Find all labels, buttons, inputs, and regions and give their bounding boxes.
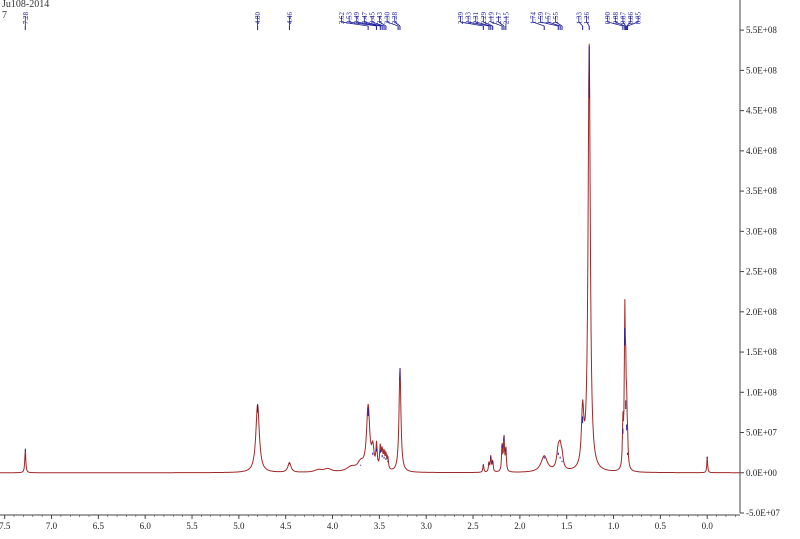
x-tick-label: 6.5 [93, 521, 105, 531]
y-tick-label: 5.0E+07 [746, 428, 777, 438]
spectrum-line [0, 43, 740, 474]
x-tick-label: 0.0 [702, 521, 714, 531]
x-tick-label: 2.0 [514, 521, 526, 531]
peak-label-layer: 7.28 4.80 4.46 3.62 3.53 3.49 3.47 3.45 3.43 3.30… [22, 12, 643, 30]
x-tick-label: 4.0 [327, 521, 339, 531]
nmr-spectrum-chart: 7.28 4.80 4.46 3.62 3.53 3.49 3.47 3.45 3.43 3.30… [0, 0, 780, 531]
x-tick-label: 5.5 [186, 521, 198, 531]
y-tick-label: 4.0E+08 [746, 146, 777, 156]
y-tick-label: 0.0E+00 [746, 468, 777, 478]
peak-label: 2.15 [503, 12, 511, 25]
x-tick-label: 4.5 [280, 521, 292, 531]
y-tick-label: 5.0E+08 [746, 65, 777, 75]
x-tick-label: 3.5 [374, 521, 386, 531]
x-tick-label: 5.0 [233, 521, 245, 531]
y-tick-label: 4.5E+08 [746, 106, 777, 116]
peak-label: 4.46 [286, 12, 294, 25]
x-tick-label: 1.0 [608, 521, 620, 531]
x-tick-label: 6.0 [140, 521, 152, 531]
y-tick-label: 3.5E+08 [746, 186, 777, 196]
x-tick-label: 1.5 [561, 521, 573, 531]
y-tick-label: -5.0E+07 [746, 508, 780, 518]
x-tick-label: 0.5 [655, 521, 667, 531]
y-axis: 5.5E+08 5.0E+08 4.5E+08 4.0E+08 3.5E+08 3.0E+… [739, 0, 780, 518]
peak-label: 7.28 [22, 12, 30, 25]
y-tick-label: 5.5E+08 [746, 25, 777, 35]
x-tick-label: 3.0 [421, 521, 433, 531]
peak-label: 4.80 [254, 12, 262, 25]
x-axis: 7.5 7.0 6.5 6.0 5.5 5.0 4.5 4.0 3.5 3.0 2.5 2.0 1.5 1… [0, 514, 740, 531]
y-tick-label: 3.0E+08 [746, 226, 777, 236]
x-tick-label: 7.5 [0, 521, 11, 531]
x-tick-label: 7.0 [46, 521, 58, 531]
y-tick-label: 1.0E+08 [746, 387, 777, 397]
peak-label: 0.85 [635, 12, 643, 25]
x-tick-label: 2.5 [467, 521, 479, 531]
y-tick-label: 2.0E+08 [746, 307, 777, 317]
spectrum-trace-layer [0, 43, 740, 474]
y-tick-label: 1.5E+08 [746, 347, 777, 357]
y-tick-label: 2.5E+08 [746, 267, 777, 277]
